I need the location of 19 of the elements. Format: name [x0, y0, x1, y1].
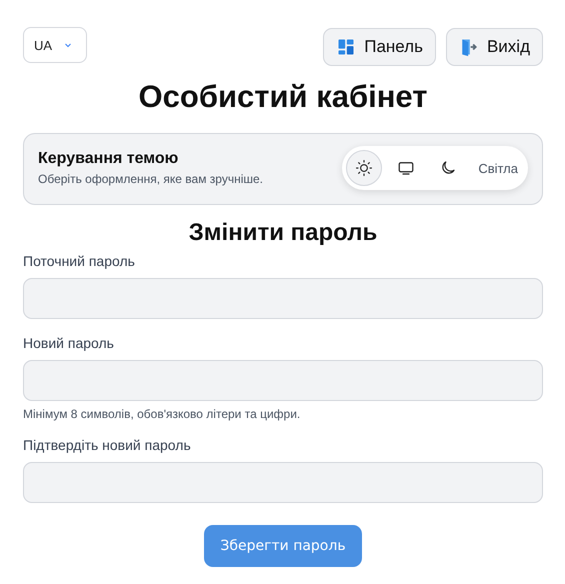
field-hint: Мінімум 8 символів, обов'язково літери та цифри.	[23, 407, 302, 421]
field-label: Підтвердіть новий пароль	[23, 436, 192, 455]
form-title: Змінити пароль	[188, 219, 378, 247]
panel-button[interactable]: Панель	[323, 28, 436, 66]
monitor-icon	[397, 159, 416, 177]
logout-button[interactable]: Вихід	[446, 28, 543, 66]
section-title: Керування темою	[38, 150, 180, 168]
password-field[interactable]	[23, 462, 543, 503]
password-field[interactable]	[23, 360, 543, 401]
field-label: Новий пароль	[23, 334, 115, 353]
page-title: Особистий кабінет	[138, 78, 428, 116]
language-select[interactable]: UA	[23, 27, 88, 63]
field-label: Поточний пароль	[23, 252, 136, 271]
dashboard-icon	[336, 37, 356, 57]
sun-icon	[355, 159, 374, 177]
theme-option[interactable]	[346, 150, 382, 186]
section-description: Оберіть оформлення, яке вам зручніше.	[38, 172, 264, 186]
password-field[interactable]	[23, 278, 543, 319]
theme-label: Світла	[478, 160, 518, 176]
